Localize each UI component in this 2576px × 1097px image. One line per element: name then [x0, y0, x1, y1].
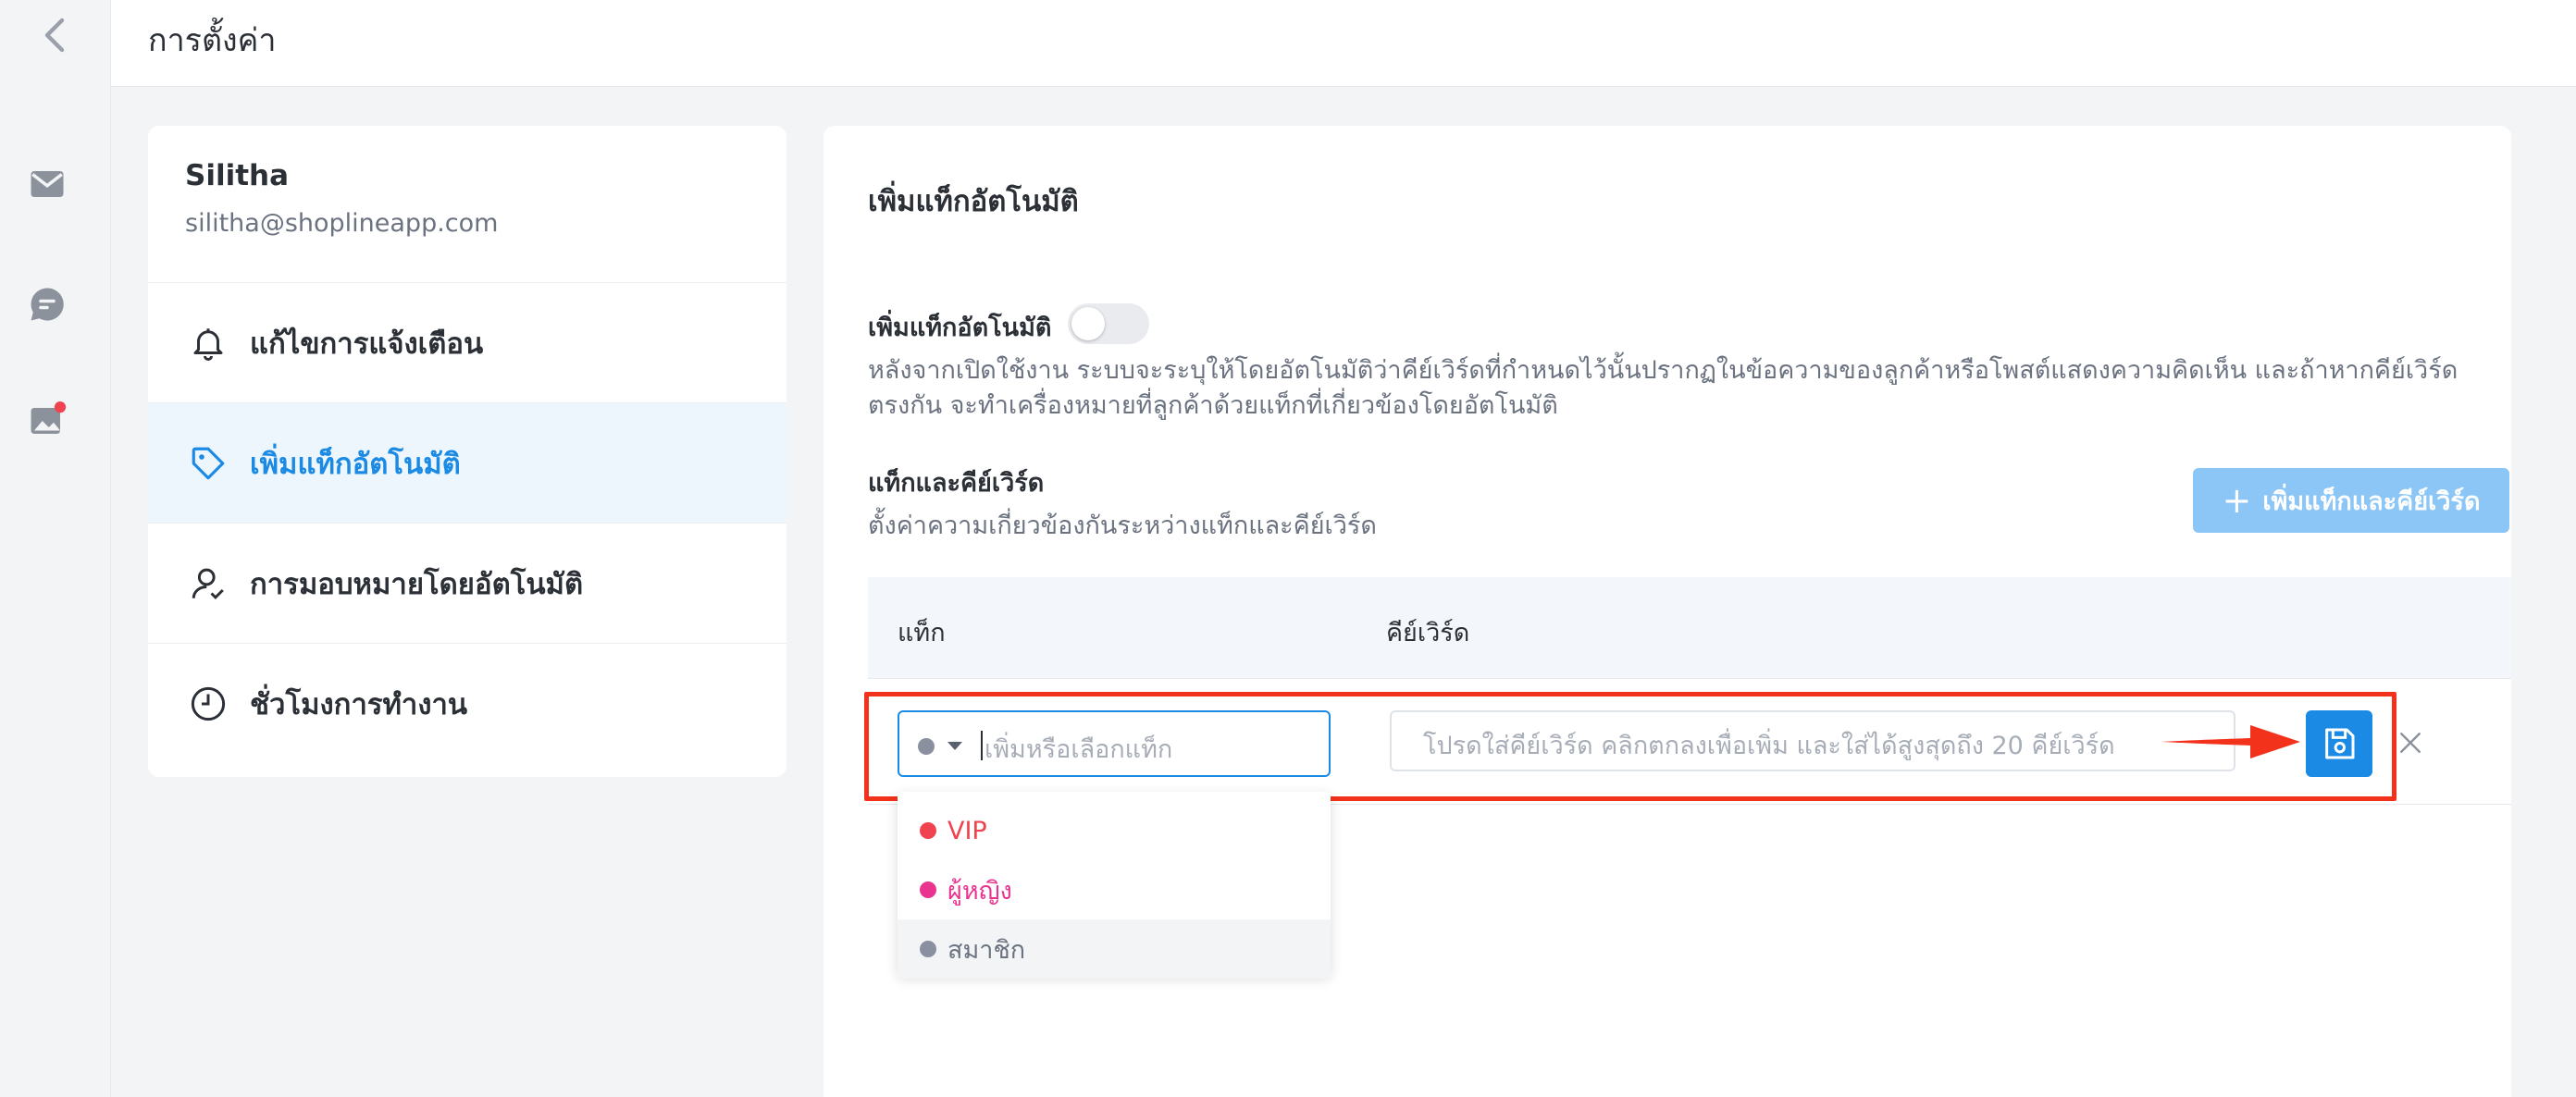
tag-option-women[interactable]: ผู้หญิง	[898, 860, 1331, 919]
tag-option-label: VIP	[947, 816, 987, 845]
bell-icon	[187, 322, 229, 364]
keyword-input-placeholder: โปรดใส่คีย์เวิร์ด คลิกตกลงเพื่อเพิ่ม และ…	[1423, 732, 2115, 760]
caret-down-icon[interactable]	[947, 742, 962, 750]
column-header-keyword: คีย์เวิร์ด	[1386, 619, 1470, 647]
tag-option-member[interactable]: สมาชิก	[898, 919, 1331, 979]
close-icon	[2400, 733, 2421, 753]
add-tag-keyword-label: เพิ่มแท็กและคีย์เวิร์ด	[2262, 487, 2481, 516]
menu-item-auto-tag[interactable]: เพิ่มแท็กอัตโนมัติ	[148, 403, 786, 524]
tag-color-dot	[920, 941, 936, 957]
text-cursor	[981, 731, 983, 760]
page-title: การตั้งค่า	[148, 22, 277, 59]
menu-item-label: เพิ่มแท็กอัตโนมัติ	[250, 447, 461, 481]
table-header: แท็ก คีย์เวิร์ด	[868, 577, 2511, 679]
top-header: การตั้งค่า	[44, 0, 2576, 87]
menu-item-label: การมอบหมายโดยอัตโนมัติ	[250, 567, 584, 601]
tag-color-dot	[920, 822, 936, 839]
tag-option-label: สมาชิก	[947, 935, 1026, 965]
panel-title: เพิ่มแท็กอัตโนมัติ	[868, 185, 1079, 218]
account-info: Silitha silitha@shoplineapp.com	[148, 126, 786, 283]
add-tag-keyword-button[interactable]: + เพิ่มแท็กและคีย์เวิร์ด	[2193, 468, 2509, 533]
tag-dropdown: VIP ผู้หญิง สมาชิก	[898, 792, 1331, 979]
menu-item-notifications[interactable]: แก้ไขการแจ้งเตือน	[148, 283, 786, 403]
back-button[interactable]	[0, 0, 111, 70]
icon-rail	[0, 0, 111, 1097]
clock-icon	[187, 683, 229, 725]
menu-item-label: ชั่วโมงการทำงาน	[250, 688, 468, 721]
auto-tag-toggle[interactable]	[1068, 303, 1149, 344]
settings-menu: Silitha silitha@shoplineapp.com แก้ไขการ…	[148, 126, 786, 777]
tag-keyword-title: แท็กและคีย์เวิร์ด	[868, 469, 1045, 498]
tag-keyword-subtitle: ตั้งค่าความเกี่ยวข้องกันระหว่างแท็กและคี…	[868, 512, 1377, 540]
tag-option-vip[interactable]: VIP	[898, 801, 1331, 860]
tag-color-dot[interactable]	[918, 738, 935, 755]
chat-icon[interactable]	[26, 283, 68, 326]
user-check-icon	[187, 562, 229, 605]
plus-icon: +	[2222, 480, 2252, 521]
save-icon	[2325, 728, 2355, 759]
account-email: silitha@shoplineapp.com	[185, 209, 499, 238]
annotation-arrow-icon	[2161, 725, 2300, 758]
tag-select-input[interactable]: เพิ่มหรือเลือกแท็ก	[898, 710, 1331, 777]
save-button[interactable]	[2306, 710, 2372, 777]
column-header-tag: แท็ก	[898, 619, 946, 647]
inbox-icon[interactable]	[26, 163, 68, 205]
remove-row-button[interactable]	[2395, 727, 2426, 758]
menu-item-auto-assign[interactable]: การมอบหมายโดยอัตโนมัติ	[148, 524, 786, 644]
tag-color-dot	[920, 881, 936, 898]
account-name: Silitha	[185, 159, 290, 192]
auto-tag-description: หลังจากเปิดใช้งาน ระบบจะระบุให้โดยอัตโนม…	[868, 356, 2458, 420]
menu-item-label: แก้ไขการแจ้งเตือน	[250, 327, 484, 361]
tag-icon	[187, 442, 229, 485]
menu-item-working-hours[interactable]: ชั่วโมงการทำงาน	[148, 644, 786, 764]
keyword-input[interactable]: โปรดใส่คีย์เวิร์ด คลิกตกลงเพื่อเพิ่ม และ…	[1390, 710, 2235, 771]
image-post-icon[interactable]	[26, 400, 68, 442]
auto-tag-toggle-label: เพิ่มแท็กอัตโนมัติ	[868, 314, 1052, 342]
tag-input-placeholder: เพิ่มหรือเลือกแท็ก	[985, 735, 1173, 764]
chevron-left-icon	[44, 18, 65, 53]
tag-option-label: ผู้หญิง	[947, 876, 1012, 906]
